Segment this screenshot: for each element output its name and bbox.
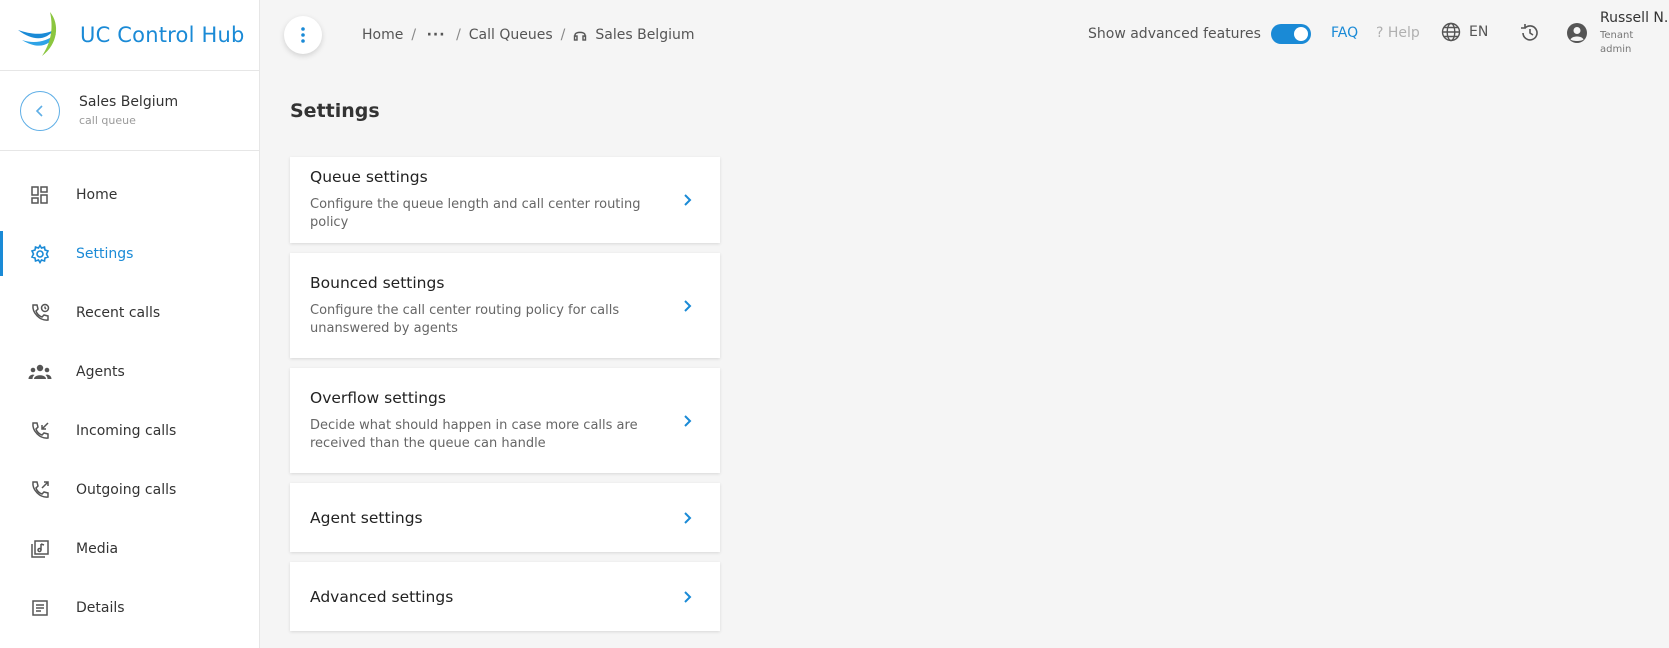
sidebar-item-label: Home <box>76 186 118 203</box>
sidebar-item-settings[interactable]: Settings <box>0 224 259 283</box>
gear-icon <box>28 242 52 266</box>
sidebar-item-media[interactable]: Media <box>0 519 259 578</box>
sidebar-item-home[interactable]: Home <box>0 165 259 224</box>
sidebar-item-label: Agents <box>76 363 125 380</box>
chevron-right-icon <box>676 590 700 604</box>
user-name: Russell N. <box>1600 10 1669 26</box>
sidebar-item-recent-calls[interactable]: Recent calls <box>0 283 259 342</box>
breadcrumb-home[interactable]: Home <box>362 27 403 43</box>
sidebar-item-label: Settings <box>76 245 134 262</box>
brand: UC Control Hub <box>0 0 259 71</box>
brand-logo-icon[interactable] <box>16 10 66 60</box>
phone-outgoing-icon <box>28 478 52 502</box>
chevron-right-icon <box>676 414 700 428</box>
more-menu-button[interactable] <box>284 16 322 54</box>
chevron-right-icon <box>676 193 700 207</box>
group-icon <box>28 360 52 384</box>
settings-card-advanced[interactable]: Advanced settings <box>290 562 720 631</box>
sidebar-item-agents[interactable]: Agents <box>0 342 259 401</box>
user-menu[interactable]: Russell N. Tenant admin <box>1566 10 1668 57</box>
language-selector[interactable]: EN <box>1441 22 1488 42</box>
sidebar-item-label: Media <box>76 540 119 557</box>
back-button[interactable] <box>20 90 60 131</box>
card-description: Decide what should happen in case more c… <box>310 417 638 451</box>
dashboard-icon <box>28 183 52 207</box>
breadcrumb-separator: / <box>560 27 566 43</box>
sidebar-item-label: Incoming calls <box>76 422 177 439</box>
entity-header: Sales Belgium call queue <box>0 71 259 151</box>
sidebar-item-label: Outgoing calls <box>76 481 177 498</box>
sidebar-item-incoming-calls[interactable]: Incoming calls <box>0 401 259 460</box>
sidebar-item-details[interactable]: Details <box>0 578 259 637</box>
account-icon <box>1567 23 1587 43</box>
advanced-features-toggle[interactable] <box>1270 24 1311 44</box>
headset-icon <box>574 31 587 41</box>
brand-name[interactable]: UC Control Hub <box>80 23 245 47</box>
sidebar-item-label: Recent calls <box>76 304 161 321</box>
history-icon <box>1521 24 1538 41</box>
breadcrumb-current: Sales Belgium <box>573 27 694 43</box>
card-description: Configure the queue length and call cent… <box>310 197 641 230</box>
sidebar: UC Control Hub Sales Belgium call queue … <box>0 0 260 648</box>
document-icon <box>28 596 52 620</box>
breadcrumb-more-button[interactable]: ··· <box>424 25 448 45</box>
entity-name: Sales Belgium <box>79 94 179 110</box>
chevron-right-icon <box>676 511 700 525</box>
card-title: Agent settings <box>310 508 423 527</box>
breadcrumb-separator: / <box>411 27 417 43</box>
settings-card-queue[interactable]: Queue settings Configure the queue lengt… <box>290 157 720 243</box>
settings-card-overflow[interactable]: Overflow settings Decide what should hap… <box>290 368 720 473</box>
sidebar-item-outgoing-calls[interactable]: Outgoing calls <box>0 460 259 519</box>
history-button[interactable] <box>1519 22 1541 48</box>
advanced-features-label: Show advanced features <box>1088 26 1261 42</box>
user-role: Tenant admin <box>1600 30 1634 55</box>
faq-link[interactable]: FAQ <box>1331 25 1358 41</box>
page-title: Settings <box>290 100 380 122</box>
card-title: Bounced settings <box>310 273 445 292</box>
breadcrumb-call-queues[interactable]: Call Queues <box>469 27 553 43</box>
kebab-menu-icon <box>301 27 305 43</box>
top-bar: Home / ··· / Call Queues / Sales Belgium… <box>260 0 1669 68</box>
settings-card-agent[interactable]: Agent settings <box>290 483 720 552</box>
breadcrumb-separator: / <box>456 27 461 43</box>
chevron-left-icon <box>35 104 43 117</box>
card-title: Overflow settings <box>310 388 446 407</box>
sidebar-nav: Home Settings Recent calls Agents Incomi… <box>0 151 259 637</box>
card-description: Configure the call center routing policy… <box>310 302 620 336</box>
phone-clock-icon <box>28 301 52 325</box>
globe-icon <box>1441 22 1461 42</box>
language-label: EN <box>1469 24 1489 40</box>
breadcrumb-current-label: Sales Belgium <box>595 27 695 43</box>
help-link[interactable]: ? Help <box>1376 25 1420 41</box>
entity-type: call queue <box>79 114 136 127</box>
media-library-icon <box>28 537 52 561</box>
advanced-features: Show advanced features <box>1088 24 1311 44</box>
settings-list: Queue settings Configure the queue lengt… <box>290 157 720 641</box>
card-title: Queue settings <box>310 168 428 186</box>
breadcrumb: Home / ··· / Call Queues / Sales Belgium <box>362 25 694 45</box>
sidebar-item-label: Details <box>76 599 125 616</box>
card-title: Advanced settings <box>310 587 454 606</box>
phone-incoming-icon <box>28 419 52 443</box>
settings-card-bounced[interactable]: Bounced settings Configure the call cent… <box>290 253 720 358</box>
chevron-right-icon <box>676 299 700 313</box>
